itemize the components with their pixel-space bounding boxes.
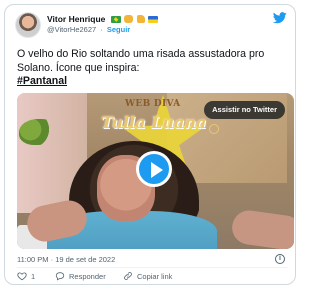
author-handle-row: @VitorHe2627 · Seguir <box>47 25 130 34</box>
logo-web-diva: WEB DIVA <box>125 99 181 109</box>
video-media[interactable]: WEB DIVA Tulla Luana Assistir no Twitter <box>17 93 294 249</box>
thumbs-up-icon <box>136 15 145 23</box>
name-emoji-group <box>110 15 159 25</box>
reply-label: Responder <box>69 271 106 281</box>
follow-button[interactable]: Seguir <box>107 25 130 34</box>
brazil-flag-icon <box>110 16 121 23</box>
twitter-bird-icon[interactable] <box>273 12 287 24</box>
author-name-row[interactable]: Vitor Henrique <box>47 14 159 25</box>
background-plant <box>19 119 57 145</box>
copy-link-button[interactable]: Copiar link <box>123 271 172 281</box>
avatar[interactable] <box>15 12 41 38</box>
play-button[interactable] <box>136 151 172 187</box>
link-icon <box>124 272 132 280</box>
watch-on-twitter-button[interactable]: Assistir no Twitter <box>204 101 285 119</box>
logo-name: Tulla Luana <box>101 113 207 132</box>
separator-dot: · <box>100 25 103 34</box>
tweet-card: Vitor Henrique @VitorHe2627 · Seguir O v… <box>4 4 296 285</box>
registered-mark-icon <box>209 124 219 134</box>
clapping-hands-icon <box>124 15 134 23</box>
tweet-text-block: O velho do Rio soltando uma risada assus… <box>17 48 291 89</box>
copy-link-label: Copiar link <box>137 271 173 281</box>
like-count: 1 <box>31 271 36 281</box>
info-icon[interactable] <box>275 254 285 264</box>
person-arm-right <box>229 208 294 249</box>
divider <box>17 267 287 268</box>
ukraine-flag-icon <box>147 16 158 23</box>
tweet-text: O velho do Rio soltando uma risada assus… <box>17 48 265 74</box>
tweet-timestamp[interactable]: 11:00 PM · 19 de set de 2022 <box>17 255 115 264</box>
hashtag-link[interactable]: #Pantanal <box>17 75 291 89</box>
heart-icon <box>17 272 27 281</box>
author-name[interactable]: Vitor Henrique <box>47 14 105 24</box>
reply-icon <box>55 272 65 281</box>
author-handle[interactable]: @VitorHe2627 <box>47 25 96 34</box>
tweet-header: Vitor Henrique @VitorHe2627 · Seguir <box>5 5 295 41</box>
reply-button[interactable]: Responder <box>55 271 106 281</box>
like-button[interactable]: 1 <box>17 271 35 281</box>
play-icon <box>151 162 163 178</box>
